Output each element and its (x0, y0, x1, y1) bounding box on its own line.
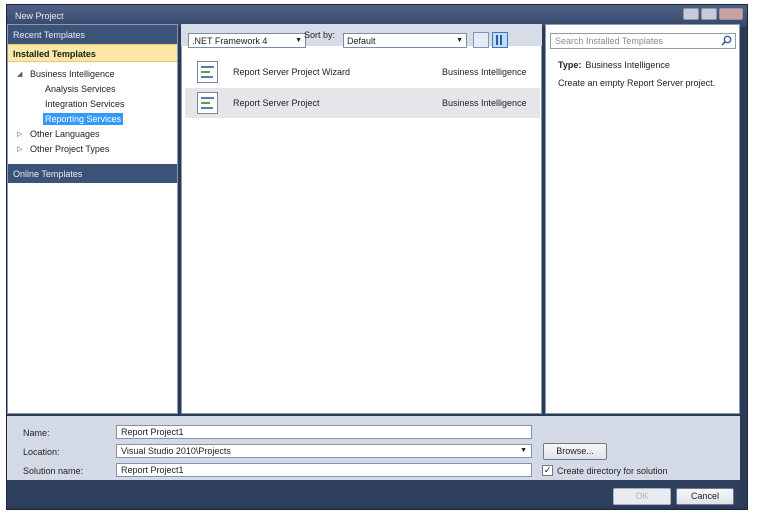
search-installed-templates-input[interactable]: Search Installed Templates (550, 33, 736, 49)
solution-name-label: Solution name: (23, 466, 84, 476)
framework-dropdown[interactable]: .NET Framework 4 ▼ (188, 33, 306, 48)
template-tree: ◢ Business Intelligence Analysis Service… (8, 67, 177, 157)
online-templates-header[interactable]: Online Templates (8, 164, 177, 183)
type-label: Type: (558, 60, 582, 70)
template-description: Create an empty Report Server project. (558, 78, 716, 88)
window-title: New Project (15, 11, 64, 21)
expand-arrow-icon[interactable]: ▷ (17, 127, 22, 142)
search-icon[interactable] (721, 35, 732, 46)
location-label: Location: (23, 447, 60, 457)
tree-item-other-languages[interactable]: ▷ Other Languages (8, 127, 177, 142)
type-value: Business Intelligence (585, 60, 670, 70)
list-view-icon[interactable] (492, 32, 508, 48)
template-item-report-server-project[interactable]: Report Server Project Business Intellige… (185, 88, 540, 118)
template-category-pane: Recent Templates Installed Templates ◢ B… (7, 24, 178, 414)
cancel-button[interactable]: Cancel (676, 488, 734, 505)
installed-templates-header[interactable]: Installed Templates (8, 44, 177, 62)
dropdown-caret-icon: ▼ (520, 447, 527, 454)
sort-by-label: Sort by: (304, 30, 336, 40)
collapse-arrow-icon[interactable]: ◢ (17, 67, 22, 82)
dropdown-caret-icon: ▼ (295, 37, 302, 44)
name-label: Name: (23, 428, 50, 438)
tree-item-integration-services[interactable]: Integration Services (8, 97, 177, 112)
dropdown-caret-icon: ▼ (456, 37, 463, 44)
recent-templates-header[interactable]: Recent Templates (8, 25, 177, 44)
minimize-icon[interactable] (683, 8, 699, 20)
location-dropdown[interactable]: Visual Studio 2010\Projects ▼ (116, 444, 532, 458)
small-icons-view-icon[interactable] (473, 32, 489, 48)
browse-button[interactable]: Browse... (543, 443, 607, 460)
tree-item-reporting-services[interactable]: Reporting Services (8, 112, 177, 127)
tree-item-analysis-services[interactable]: Analysis Services (8, 82, 177, 97)
expand-arrow-icon[interactable]: ▷ (17, 142, 22, 157)
solution-name-input[interactable]: Report Project1 (116, 463, 532, 477)
template-item-report-server-project-wizard[interactable]: Report Server Project Wizard Business In… (185, 57, 540, 87)
template-type: Type: Business Intelligence (558, 60, 670, 70)
report-wizard-icon (197, 61, 218, 83)
name-input[interactable]: Report Project1 (116, 425, 532, 439)
sort-by-dropdown[interactable]: Default ▼ (343, 33, 467, 48)
report-project-icon (197, 92, 218, 114)
tree-item-business-intelligence[interactable]: ◢ Business Intelligence (8, 67, 177, 82)
ok-button[interactable]: OK (613, 488, 671, 505)
tree-item-other-project-types[interactable]: ▷ Other Project Types (8, 142, 177, 157)
close-icon[interactable] (719, 8, 743, 20)
maximize-icon[interactable] (701, 8, 717, 20)
create-directory-label: Create directory for solution (557, 466, 668, 476)
create-directory-checkbox[interactable]: ✓ (542, 465, 553, 476)
